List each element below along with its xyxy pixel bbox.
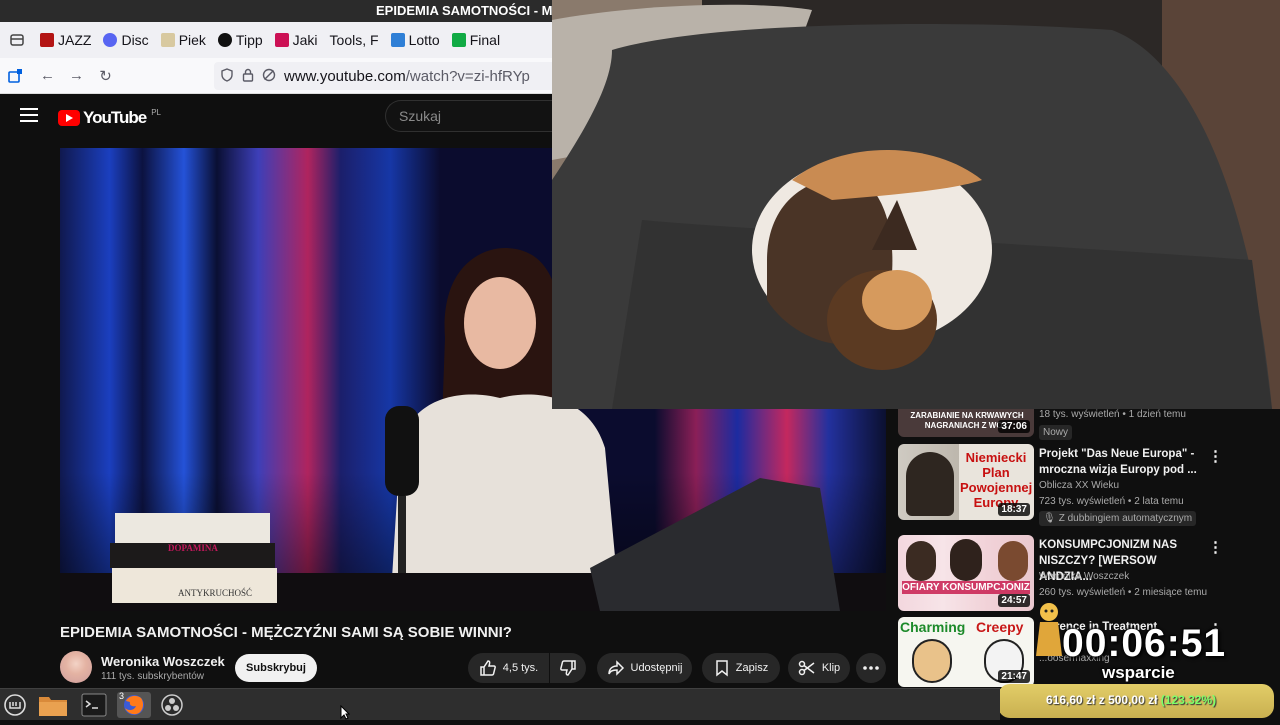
new-tab-icon[interactable] xyxy=(0,58,29,94)
recommended-video[interactable]: Niemiecki Plan Powojennej Europy 18:37 P… xyxy=(898,444,1278,526)
bookmarks-bar: JAZZ Disc Piek Tipp Jaki Tools, F Lotto … xyxy=(0,22,552,58)
terminal-icon[interactable] xyxy=(79,692,109,718)
video-duration: 21:47 xyxy=(998,670,1030,683)
channel-name[interactable]: Weronika Woszczek xyxy=(101,654,225,669)
back-icon[interactable]: ← xyxy=(33,58,62,94)
video-duration: 37:06 xyxy=(998,420,1030,433)
mouse-cursor xyxy=(340,704,351,725)
tab-list-icon[interactable] xyxy=(0,22,34,58)
share-button[interactable]: Udostępnij xyxy=(597,653,692,683)
tracking-protection-icon[interactable] xyxy=(220,67,234,85)
bookmark-favicon xyxy=(40,33,54,47)
forward-icon[interactable]: → xyxy=(62,58,91,94)
lock-icon[interactable] xyxy=(242,68,254,85)
donation-goal-text: 616,60 zł z 500,00 zł (123.32%) xyxy=(1046,693,1217,707)
video-thumbnail: Charming Creepy 21:47 xyxy=(898,617,1034,687)
clip-button[interactable]: Klip xyxy=(788,653,850,683)
subscriber-count: 111 tys. subskrybentów xyxy=(101,671,205,682)
window-count-badge: 3 xyxy=(119,691,125,701)
youtube-play-icon xyxy=(58,110,80,126)
bookmark-favicon xyxy=(451,33,466,47)
video-thumbnail: OFIARY KONSUMPCJONIZ 24:57 xyxy=(898,535,1034,611)
bookmark-jaki[interactable]: Jaki xyxy=(269,22,324,58)
more-icon[interactable] xyxy=(856,653,886,683)
file-manager-icon[interactable] xyxy=(38,692,68,718)
bookmark-discord[interactable]: Disc xyxy=(97,22,154,58)
stream-timer: 00:06:51 xyxy=(1062,622,1227,665)
bookmark-favicon xyxy=(217,33,232,47)
bookmark-final[interactable]: Final xyxy=(446,22,506,58)
bookmark-tipp[interactable]: Tipp xyxy=(212,22,269,58)
channel-avatar[interactable] xyxy=(60,651,92,683)
video-title: EPIDEMIA SAMOTNOŚCI - MĘŻCZYŹNI SAMI SĄ … xyxy=(60,624,512,641)
browser-navbar: ← → ↻ www.youtube.com/watch?v=zi-hfRYp xyxy=(0,58,552,94)
dubbing-icon: 🎙 xyxy=(1043,513,1056,524)
video-meta: 723 tys. wyświetleń • 2 lata temu xyxy=(1039,496,1184,507)
video-thumbnail: Niemiecki Plan Powojennej Europy 18:37 xyxy=(898,444,1034,520)
bookmark-favicon xyxy=(274,33,289,47)
thumbs-up-icon xyxy=(480,660,496,676)
url-bar[interactable]: www.youtube.com/watch?v=zi-hfRYp xyxy=(214,62,552,90)
support-label: wsparcie xyxy=(1102,663,1175,682)
save-button[interactable]: Zapisz xyxy=(702,653,780,683)
bookmark-favicon xyxy=(390,33,405,47)
recommended-video[interactable]: OFIARY KONSUMPCJONIZ 24:57 KONSUMPCJONIZ… xyxy=(898,535,1278,615)
permissions-icon[interactable] xyxy=(262,68,276,85)
menu-icon[interactable] xyxy=(20,108,38,122)
youtube-header: YouTube PL Szukaj xyxy=(0,94,552,138)
video-meta: 18 tys. wyświetleń • 1 dzień temu xyxy=(1039,409,1186,420)
window-title: EPIDEMIA SAMOTNOŚCI - MĘŻ xyxy=(376,3,570,18)
more-icon[interactable]: ⋮ xyxy=(1208,539,1223,557)
dislike-button[interactable] xyxy=(550,653,586,683)
bookmark-piek[interactable]: Piek xyxy=(155,22,212,58)
book-title: DOPAMINA xyxy=(168,543,218,553)
webcam-cat-image xyxy=(552,0,1280,409)
book-title: ANTYKRUCHOŚĆ xyxy=(178,588,253,598)
youtube-logo[interactable]: YouTube PL xyxy=(58,108,161,128)
reload-icon[interactable]: ↻ xyxy=(91,58,120,94)
mascot-icon xyxy=(1034,600,1064,660)
obs-icon[interactable] xyxy=(157,692,187,718)
bookmark-jazz[interactable]: JAZZ xyxy=(34,22,97,58)
video-duration: 24:57 xyxy=(998,594,1030,607)
bookmark-favicon xyxy=(160,33,175,47)
taskbar: 3 xyxy=(0,688,1000,720)
bookmark-tools[interactable]: Tools, F xyxy=(324,22,385,58)
thumbs-down-icon xyxy=(560,660,576,676)
webcam-overlay xyxy=(552,0,1280,409)
video-duration: 18:37 xyxy=(998,503,1030,516)
share-icon xyxy=(607,660,624,676)
video-meta: 260 tys. wyświetleń • 2 miesiące temu xyxy=(1039,587,1208,598)
like-button[interactable]: 4,5 tys. xyxy=(468,653,549,683)
video-channel: Weronika Woszczek xyxy=(1039,571,1130,582)
new-badge: Nowy xyxy=(1039,425,1073,440)
scissors-icon xyxy=(798,660,815,676)
bookmark-favicon xyxy=(103,33,118,47)
recommended-video[interactable]: ZARABIANIE NA KRWAWYCH NAGRANIACH Z WO..… xyxy=(898,409,1278,441)
firefox-icon[interactable]: 3 xyxy=(117,691,151,718)
video-channel: Oblicza XX Wieku xyxy=(1039,480,1120,491)
url-text: www.youtube.com/watch?v=zi-hfRYp xyxy=(284,67,530,85)
start-menu-icon[interactable] xyxy=(0,692,30,718)
donation-goal-bar: 616,60 zł z 500,00 zł (123.32%) xyxy=(998,684,1274,718)
more-icon[interactable]: ⋮ xyxy=(1208,448,1223,466)
bookmark-lotto[interactable]: Lotto xyxy=(385,22,446,58)
video-title: Projekt "Das Neue Europa" - mroczna wizj… xyxy=(1039,448,1197,476)
dubbing-badge: 🎙 Z dubbingiem automatycznym xyxy=(1039,511,1197,526)
video-thumbnail: ZARABIANIE NA KRWAWYCH NAGRANIACH Z WO..… xyxy=(898,409,1034,437)
search-input[interactable]: Szukaj xyxy=(385,100,552,132)
subscribe-button[interactable]: Subskrybuj xyxy=(235,654,317,682)
bookmark-icon xyxy=(716,660,728,677)
